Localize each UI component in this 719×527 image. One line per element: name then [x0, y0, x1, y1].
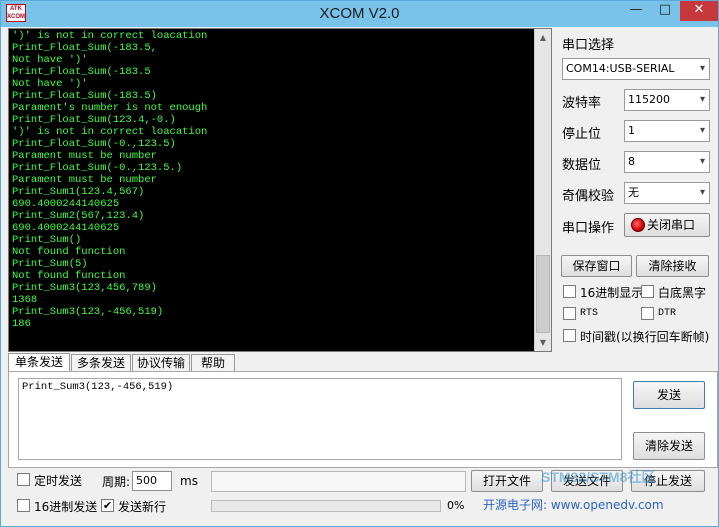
xcom-window: ATK XCOM XCOM V2.0 — □ ✕ ')' is not in c… — [0, 0, 719, 527]
terminal-line: Parament's number is not enough — [12, 102, 208, 114]
period-label: 周期: — [102, 475, 131, 489]
terminal-line: ')' is not in correct loacation — [12, 30, 208, 42]
title-bar[interactable]: ATK XCOM XCOM V2.0 — □ ✕ — [1, 1, 718, 27]
chevron-down-icon: ▾ — [699, 187, 705, 198]
terminal-line: 1368 — [12, 294, 38, 306]
timed-send-checkbox[interactable] — [17, 473, 30, 486]
terminal-line: Print_Float_Sum(-183.5 — [12, 66, 151, 78]
stop-bits-select[interactable]: 1 ▾ — [624, 120, 710, 142]
port-select-label: 串口选择 — [562, 38, 615, 53]
hex-display-label: 16进制显示 — [580, 286, 644, 300]
send-panel: Print_Sum3(123,-456,519) — [8, 371, 718, 468]
minimize-button[interactable]: — — [622, 1, 650, 21]
terminal-line: Print_Sum(5) — [12, 258, 88, 270]
terminal-line: 186 — [12, 318, 31, 330]
terminal-line: Print_Sum1(123.4,567) — [12, 186, 145, 198]
send-button[interactable]: 发送 — [633, 381, 705, 409]
chevron-down-icon: ▾ — [699, 156, 705, 167]
port-select[interactable]: COM14:USB-SERIAL ▾ — [562, 58, 710, 80]
terminal-line: Print_Sum3(123,-456,519) — [12, 306, 164, 318]
chevron-down-icon: ▾ — [699, 125, 705, 136]
parity-value: 无 — [628, 186, 639, 199]
timestamp-checkbox[interactable] — [563, 329, 576, 342]
terminal-line: Print_Float_Sum(-0.,123.5) — [12, 138, 176, 150]
terminal-line: Parament must be number — [12, 150, 157, 162]
receive-scrollbar[interactable]: ▲ ▼ — [534, 29, 551, 351]
close-port-button[interactable]: 关闭串口 — [624, 213, 710, 237]
dtr-checkbox[interactable] — [641, 307, 654, 320]
clear-receive-button[interactable]: 清除接收 — [636, 255, 709, 277]
terminal-line: Not have ')' — [12, 54, 88, 66]
terminal-line: Print_Sum3(123,456,789) — [12, 282, 157, 294]
port-status-led-icon — [631, 218, 645, 232]
file-path-field[interactable] — [211, 471, 466, 492]
terminal-line: 690.4000244140625 — [12, 198, 120, 210]
open-file-button[interactable]: 打开文件 — [471, 470, 543, 492]
send-input[interactable]: Print_Sum3(123,-456,519) — [18, 378, 622, 460]
rts-checkbox[interactable] — [563, 307, 576, 320]
timed-send-label: 定时发送 — [34, 474, 83, 488]
receive-text: ')' is not in correct loacation Print_Flo… — [12, 30, 532, 330]
send-newline-label: 发送新行 — [118, 500, 167, 514]
save-window-button[interactable]: 保存窗口 — [561, 255, 632, 277]
terminal-line: Not have ')' — [12, 78, 88, 90]
hex-send-label: 16进制发送 — [34, 500, 98, 514]
terminal-line: ')' is not in correct loacation — [12, 126, 208, 138]
terminal-line: 690.4000244140625 — [12, 222, 120, 234]
terminal-line: Print_Float_Sum(-0.,123.5.) — [12, 162, 183, 174]
data-bits-value: 8 — [628, 155, 635, 168]
dtr-label: DTR — [658, 308, 677, 319]
close-button[interactable]: ✕ — [680, 1, 718, 21]
period-input[interactable]: 500 — [132, 471, 172, 491]
data-bits-select[interactable]: 8 ▾ — [624, 151, 710, 173]
maximize-button[interactable]: □ — [651, 1, 679, 21]
scroll-thumb[interactable] — [536, 255, 550, 333]
hex-send-checkbox[interactable] — [17, 499, 30, 512]
parity-select[interactable]: 无 ▾ — [624, 182, 710, 204]
terminal-line: Not found function — [12, 270, 126, 282]
data-bits-label: 数据位 — [562, 158, 602, 173]
send-progress-bar — [211, 500, 441, 512]
send-progress-percent: 0% — [447, 499, 465, 512]
baud-select[interactable]: 115200 ▾ — [624, 89, 710, 111]
tab-single-send[interactable]: 单条发送 — [8, 353, 70, 373]
baud-value: 115200 — [628, 93, 670, 106]
stop-bits-label: 停止位 — [562, 127, 602, 142]
terminal-line: Print_Float_Sum(-183.5) — [12, 90, 157, 102]
port-op-label: 串口操作 — [562, 221, 615, 236]
window-title: XCOM V2.0 — [319, 5, 400, 22]
clear-send-button[interactable]: 清除发送 — [633, 432, 705, 460]
terminal-line: Not found function — [12, 246, 126, 258]
footer-website: 开源电子网: www.openedv.com — [483, 498, 664, 512]
chevron-down-icon: ▾ — [699, 94, 705, 105]
white-bg-checkbox[interactable] — [641, 285, 654, 298]
timestamp-label: 时间戳(以换行回车断帧) — [580, 330, 710, 344]
terminal-line: Print_Sum() — [12, 234, 82, 246]
terminal-line: Print_Sum2(567,123.4) — [12, 210, 145, 222]
stop-bits-value: 1 — [628, 124, 635, 137]
period-unit: ms — [180, 474, 198, 488]
port-select-value: COM14:USB-SERIAL — [566, 62, 675, 75]
close-port-label: 关闭串口 — [647, 218, 696, 232]
baud-label: 波特率 — [562, 96, 602, 111]
rts-label: RTS — [580, 308, 599, 319]
terminal-line: Print_Float_Sum(123.4,-0.) — [12, 114, 176, 126]
chevron-down-icon: ▾ — [699, 63, 705, 74]
terminal-line: Print_Float_Sum(-183.5, — [12, 42, 157, 54]
parity-label: 奇偶校验 — [562, 189, 615, 204]
send-newline-checkbox[interactable]: ✔ — [101, 499, 114, 512]
hex-display-checkbox[interactable] — [563, 285, 576, 298]
receive-area[interactable]: ')' is not in correct loacation Print_Flo… — [8, 28, 552, 352]
forum-watermark: STM32/STM8社区 — [541, 469, 656, 485]
white-bg-label: 白底黑字 — [658, 286, 707, 300]
scroll-down-icon[interactable]: ▼ — [535, 334, 551, 351]
terminal-line: Parament must be number — [12, 174, 157, 186]
scroll-up-icon[interactable]: ▲ — [535, 29, 551, 46]
